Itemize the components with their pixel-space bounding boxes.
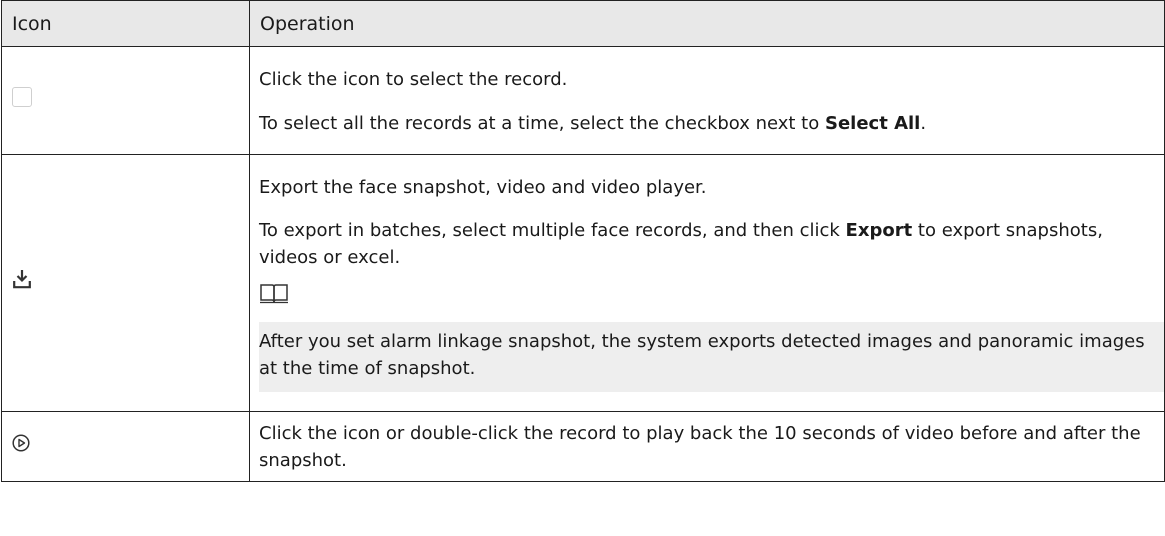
table-row: Click the icon or double-click the recor… bbox=[1, 411, 1165, 482]
export-term: Export bbox=[845, 220, 913, 241]
icon-cell bbox=[1, 411, 250, 482]
operation-text: Click the icon to select the record. bbox=[259, 69, 568, 90]
select-all-term: Select All bbox=[824, 113, 921, 134]
icon-cell bbox=[1, 154, 250, 412]
icon-cell bbox=[1, 46, 250, 155]
note-box: After you set alarm linkage snapshot, th… bbox=[259, 322, 1164, 392]
column-header-icon: Icon bbox=[1, 0, 250, 47]
play-circle-icon[interactable] bbox=[12, 433, 30, 452]
note-text: After you set alarm linkage snapshot, th… bbox=[259, 331, 1145, 379]
operation-text: To select all the records at a time, sel… bbox=[259, 113, 927, 134]
operation-text: Click the icon or double-click the recor… bbox=[259, 422, 1141, 471]
book-icon bbox=[259, 282, 1164, 312]
table-header-row: Icon Operation bbox=[1, 0, 1165, 47]
operations-table: Icon Operation Click the icon to select … bbox=[1, 0, 1165, 482]
operation-text: To export in batches, select multiple fa… bbox=[259, 220, 1103, 268]
operation-text: Export the face snapshot, video and vide… bbox=[259, 177, 707, 198]
table-row: Export the face snapshot, video and vide… bbox=[1, 154, 1165, 412]
operation-cell: Click the icon or double-click the recor… bbox=[249, 411, 1165, 482]
table-row: Click the icon to select the record. To … bbox=[1, 46, 1165, 155]
column-header-operation: Operation bbox=[249, 0, 1165, 47]
download-icon[interactable] bbox=[13, 269, 31, 289]
checkbox-icon[interactable] bbox=[12, 86, 32, 107]
operation-cell: Click the icon to select the record. To … bbox=[249, 46, 1165, 155]
operation-cell: Export the face snapshot, video and vide… bbox=[249, 154, 1165, 412]
